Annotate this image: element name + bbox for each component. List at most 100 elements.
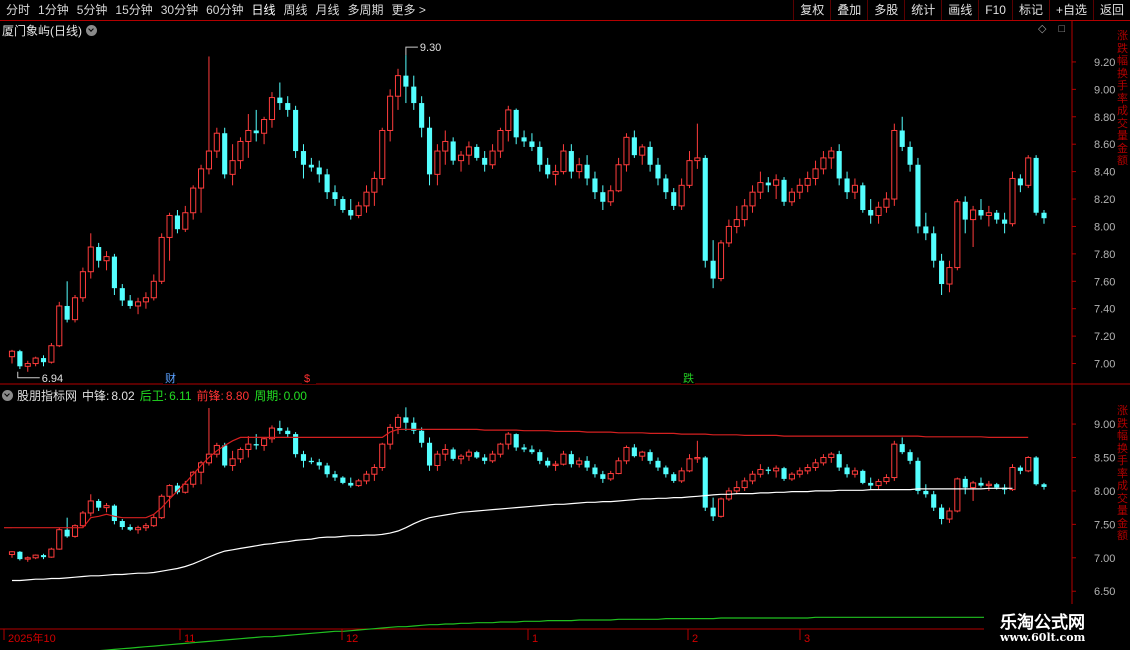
indicator-candle	[1017, 467, 1023, 471]
main-candle	[970, 209, 977, 221]
indicator-candle	[749, 473, 756, 482]
main-candle	[261, 119, 268, 134]
main-candle	[962, 201, 968, 220]
high-marker-line	[405, 46, 418, 56]
main-candle	[725, 225, 732, 244]
main-candle	[796, 184, 803, 193]
main-candle	[749, 191, 756, 207]
indicator-candle	[103, 505, 110, 509]
main-candle	[111, 256, 117, 289]
indicator-candle	[497, 443, 504, 455]
main-candle	[954, 201, 961, 269]
main-candle	[96, 247, 102, 261]
main-candle	[158, 236, 165, 282]
indicator-candle	[788, 473, 795, 480]
main-candle	[213, 132, 220, 152]
main-candle	[134, 301, 142, 307]
indicator-candle	[419, 430, 425, 443]
main-candle	[182, 212, 189, 230]
indicator-candle	[820, 456, 827, 464]
main-candle	[119, 288, 125, 301]
main-candle	[198, 168, 205, 189]
main-candle	[403, 75, 409, 87]
indicator-candle	[1033, 457, 1039, 485]
main-candle	[781, 179, 787, 202]
main-candle	[788, 191, 795, 203]
indicator-candle	[394, 416, 402, 428]
indicator-candle	[465, 451, 472, 457]
indicator-candle	[363, 473, 370, 482]
main-candle	[48, 345, 55, 363]
indicator-candle	[891, 443, 898, 479]
date-label: 2025年10	[8, 631, 56, 645]
indicator-candle	[24, 557, 31, 560]
right-info-column: 涨跌幅换手率成交量金额	[1117, 30, 1128, 167]
indicator-candle	[717, 498, 725, 517]
watermark-url: www.60lt.com	[1000, 631, 1086, 644]
main-candle	[804, 177, 811, 186]
main-candle	[379, 129, 386, 179]
indicator-candle	[584, 460, 590, 468]
main-candle	[316, 167, 322, 175]
price-axis-label: 7.20	[1094, 331, 1115, 343]
main-candle	[851, 184, 858, 193]
main-candle	[103, 256, 110, 262]
price-axis-label: 8.40	[1094, 167, 1115, 179]
main-candle	[717, 242, 725, 280]
indicator-candle	[48, 548, 55, 558]
main-candle	[623, 136, 630, 166]
main-candle	[568, 151, 574, 172]
main-candle	[64, 305, 70, 320]
indicator-axis-label: 7.00	[1094, 553, 1115, 565]
main-candle	[174, 215, 180, 230]
indicator-candle	[261, 438, 268, 446]
indicator-candle	[40, 555, 47, 558]
main-candle	[757, 182, 764, 193]
indicator-candle	[631, 447, 637, 457]
indicator-candle	[434, 453, 441, 467]
indicator-candle	[725, 490, 732, 500]
indicator-candle	[387, 426, 394, 445]
main-candle	[836, 151, 842, 179]
main-candle	[166, 214, 173, 238]
main-candle	[324, 174, 330, 193]
indicator-candle	[521, 447, 527, 450]
main-candle	[411, 86, 417, 104]
price-axis-label: 7.00	[1094, 359, 1115, 371]
indicator-candle	[8, 551, 16, 555]
indicator-candle	[545, 460, 551, 466]
main-candle	[32, 357, 39, 365]
lower-line	[99, 616, 1044, 650]
indicator-candle	[1025, 456, 1032, 472]
indicator-candle	[245, 443, 252, 450]
date-label: 12	[346, 633, 358, 645]
indicator-candle	[111, 505, 117, 522]
indicator-candle	[87, 500, 94, 514]
indicator-candle	[1041, 484, 1047, 487]
indicator-candle	[931, 494, 937, 508]
main-candle	[497, 129, 504, 152]
main-candle	[293, 109, 299, 152]
main-candle	[671, 192, 677, 206]
indicator-candle	[836, 454, 842, 468]
indicator-candle	[64, 529, 70, 537]
indicator-candle	[340, 477, 346, 483]
indicator-candle	[285, 430, 291, 435]
indicator-candle	[568, 454, 574, 465]
right-info-column-lower: 涨跌幅换手率成交量金额	[1117, 405, 1128, 542]
main-candle	[371, 177, 378, 193]
main-candle	[875, 206, 882, 216]
indicator-axis-label: 6.50	[1094, 586, 1115, 598]
indicator-candle	[166, 485, 173, 497]
indicator-candle	[403, 417, 409, 423]
indicator-candle	[119, 521, 125, 528]
main-candle	[1041, 212, 1047, 219]
indicator-candle	[663, 467, 669, 475]
kline-chart[interactable]: 9.20 9.00 8.80 8.60 8.40 8.20 8.00 7.80 7.60 7.40…	[0, 0, 1130, 650]
watermark-title: 乐淘公式网	[1000, 613, 1085, 633]
indicator-candle	[300, 454, 307, 461]
indicator-candle	[450, 449, 456, 459]
indicator-candle	[804, 467, 811, 472]
indicator-candle	[710, 507, 716, 517]
main-candle	[513, 109, 519, 138]
